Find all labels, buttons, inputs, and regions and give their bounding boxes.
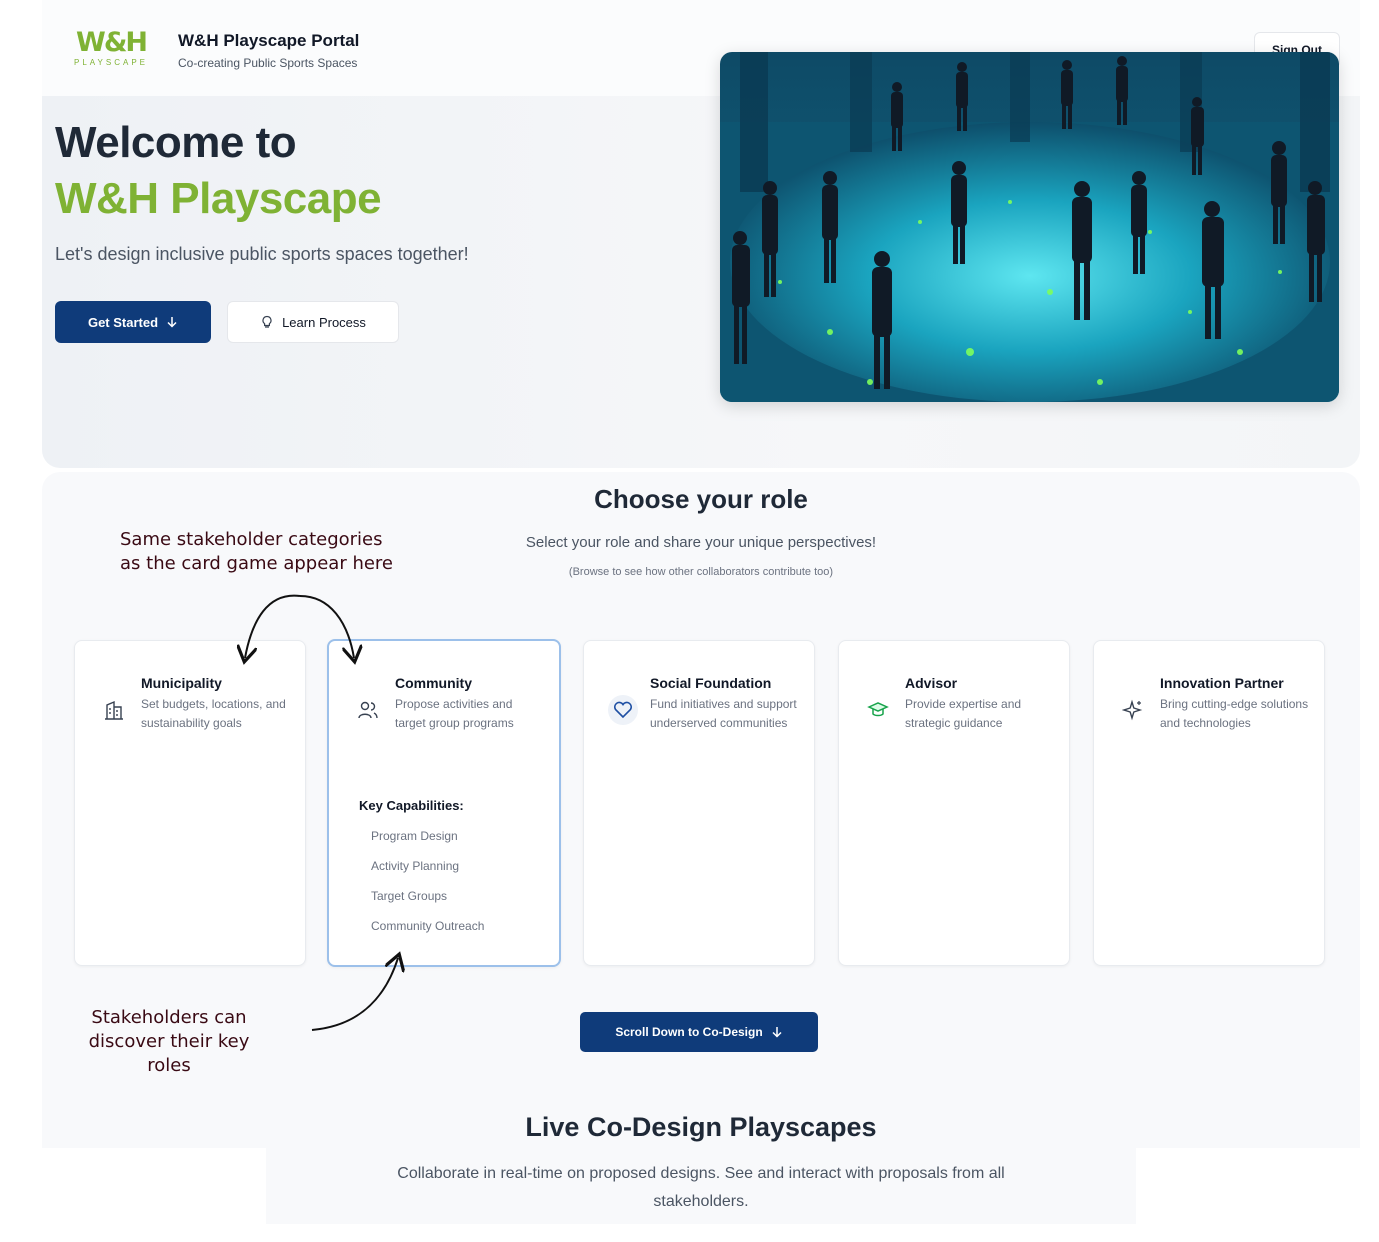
- role-card-social-foundation[interactable]: Social Foundation Fund initiatives and s…: [583, 640, 815, 966]
- capability-item: Program Design: [371, 829, 458, 843]
- scroll-to-codesign-button[interactable]: Scroll Down to Co-Design: [580, 1012, 818, 1052]
- get-started-button[interactable]: Get Started: [55, 301, 211, 343]
- live-codesign-title: Live Co-Design Playscapes: [525, 1112, 877, 1142]
- card-title: Municipality: [141, 675, 222, 691]
- scroll-button-label: Scroll Down to Co-Design: [615, 1025, 763, 1039]
- annotation-top-line1: Same stakeholder categories: [120, 529, 383, 550]
- annotation-bottom-line1: Stakeholders can: [91, 1007, 247, 1028]
- capability-item: Target Groups: [371, 889, 448, 903]
- hero-title-line1: Welcome to: [55, 118, 297, 167]
- building-icon: [99, 695, 129, 725]
- card-description: Set budgets, locations, and sustainabili…: [141, 697, 286, 730]
- get-started-label: Get Started: [87, 314, 159, 330]
- brand-logo[interactable]: W&H PLAYSCAPE: [70, 28, 152, 72]
- card-description: Fund initiatives and support underserved…: [650, 697, 797, 730]
- role-card-advisor[interactable]: Advisor Provide expertise and strategic …: [838, 640, 1070, 966]
- logo-subtext: PLAYSCAPE: [74, 58, 148, 67]
- card-title: Innovation Partner: [1160, 675, 1284, 691]
- role-card-innovation-partner[interactable]: Innovation Partner Bring cutting-edge so…: [1093, 640, 1325, 966]
- graduation-cap-icon: [863, 695, 893, 725]
- sparkles-icon: [1118, 695, 1148, 725]
- live-codesign-description: Collaborate in real-time on proposed des…: [397, 1165, 1005, 1210]
- card-title: Advisor: [905, 675, 958, 691]
- card-description: Bring cutting-edge solutions and technol…: [1160, 697, 1309, 730]
- learn-process-label: Learn Process: [282, 314, 366, 330]
- card-description: Provide expertise and strategic guidance: [905, 697, 1022, 730]
- card-title: Social Foundation: [650, 675, 772, 691]
- hero-illustration: [720, 52, 1339, 402]
- arrow-down-icon: [772, 1027, 782, 1038]
- role-card-municipality[interactable]: Municipality Set budgets, locations, and…: [74, 640, 306, 966]
- hero-image: [720, 52, 1339, 402]
- hero-tagline: Let's design inclusive public sports spa…: [55, 244, 469, 264]
- roles-title: Choose your role: [594, 484, 808, 514]
- portal-title: W&H Playscape Portal: [178, 31, 360, 50]
- live-codesign-section: Live Co-Design Playscapes Collaborate in…: [266, 1110, 1136, 1224]
- card-title: Community: [395, 675, 472, 691]
- card-description: Propose activities and target group prog…: [395, 697, 514, 730]
- lightbulb-icon: [262, 315, 272, 328]
- capabilities-title: Key Capabilities:: [359, 798, 464, 813]
- portal-subtitle: Co-creating Public Sports Spaces: [178, 56, 358, 70]
- capability-item: Community Outreach: [371, 919, 485, 933]
- annotation-bottom: Stakeholders can discover their key role…: [66, 1006, 272, 1078]
- annotation-bottom-line2: discover their key roles: [88, 1031, 250, 1076]
- role-card-community[interactable]: Community Propose activities and target …: [327, 639, 561, 967]
- logo-mark: W&H: [76, 27, 148, 58]
- hero-title-line2: W&H Playscape: [55, 174, 382, 223]
- arrow-down-icon: [167, 317, 177, 328]
- users-icon: [353, 695, 383, 725]
- annotation-top: Same stakeholder categories as the card …: [120, 528, 393, 576]
- capability-item: Activity Planning: [371, 859, 460, 873]
- learn-process-button[interactable]: Learn Process: [227, 301, 399, 343]
- capabilities-list: Program Design Activity Planning Target …: [371, 829, 484, 949]
- heart-icon: [608, 695, 638, 725]
- annotation-top-line2: as the card game appear here: [120, 553, 394, 574]
